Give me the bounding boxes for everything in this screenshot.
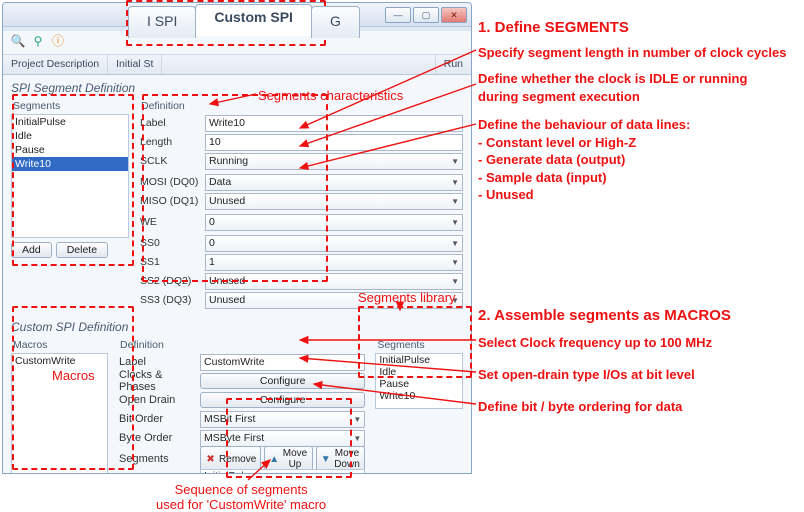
remove-icon: ✖ [205, 454, 216, 465]
seglib-label: Segments [375, 338, 463, 353]
annot-text: Set open-drain type I/Os at bit level [478, 366, 695, 384]
search-icon[interactable]: 🔍 [11, 34, 25, 48]
field-label: Bit Order [118, 413, 200, 425]
app-window: — ▢ ✕ 🔍 ⚲ ⓘ Project Description Initial … [2, 2, 472, 474]
annot-block1: 1. Define SEGMENTS [478, 18, 629, 38]
annot-label: Macros [52, 368, 95, 383]
macros-panel: Macros CustomWrite Add Delete [11, 338, 108, 473]
label-input[interactable] [205, 115, 463, 132]
field-label: Length [139, 136, 205, 148]
ss2-combo[interactable]: Unused▼ [205, 273, 463, 290]
macro-label-input[interactable] [200, 354, 365, 371]
list-item[interactable]: Write10 [376, 390, 462, 402]
maximize-button[interactable]: ▢ [413, 7, 439, 23]
definition-label: Definition [118, 338, 365, 353]
field-label: MOSI (DQ0) [139, 176, 205, 188]
byteorder-combo[interactable]: MSByte First▼ [200, 430, 365, 447]
field-label: Open Drain [118, 394, 200, 406]
group-title-cust: Custom SPI Definition [11, 320, 463, 334]
tab-project-description[interactable]: Project Description [3, 55, 108, 74]
list-item[interactable]: Write10 [12, 157, 128, 171]
sequence-listbox[interactable]: InitialPulse Idle Pause Write10 Pause Id… [200, 469, 365, 473]
field-label: SCLK [139, 155, 205, 167]
subtabs: Project Description Initial St Run [3, 55, 471, 75]
seglib-listbox[interactable]: InitialPulse Idle Pause Write10 [375, 353, 463, 409]
mosi-combo[interactable]: Data▼ [205, 174, 463, 191]
annot-label: Sequence of segmentsused for 'CustomWrit… [156, 482, 326, 512]
ss1-combo[interactable]: 1▼ [205, 254, 463, 271]
field-label: WE [139, 216, 205, 228]
list-item[interactable]: InitialPulse [201, 470, 364, 473]
list-item[interactable]: CustomWrite [12, 354, 107, 368]
info-icon[interactable]: ⓘ [51, 34, 65, 48]
field-label: Byte Order [118, 432, 200, 444]
ss0-combo[interactable]: 0▼ [205, 235, 463, 252]
sclk-combo[interactable]: Running▼ [205, 153, 463, 170]
miso-combo[interactable]: Unused▼ [205, 193, 463, 210]
length-input[interactable] [205, 134, 463, 151]
bitorder-combo[interactable]: MSBit First▼ [200, 411, 365, 428]
configure-clocks-button[interactable]: Configure [200, 373, 365, 389]
tab-run[interactable]: Run [436, 55, 471, 74]
tab-custom-spi[interactable]: Custom SPI [195, 4, 312, 36]
list-item[interactable]: Pause [376, 378, 462, 390]
annot-label: Segments library [358, 290, 456, 305]
add-segment-button[interactable]: Add [11, 242, 52, 258]
list-item[interactable]: Idle [376, 366, 462, 378]
list-item[interactable]: Pause [12, 143, 128, 157]
segments-library-panel: Segments InitialPulse Idle Pause Write10… [375, 338, 463, 473]
field-label: Segments [118, 453, 200, 465]
list-item[interactable]: Idle [12, 129, 128, 143]
field-label: SS1 [139, 256, 205, 268]
segment-definition-grid: Definition Label Length SCLKRunning▼ MOS… [139, 99, 463, 310]
list-item[interactable]: InitialPulse [376, 354, 462, 366]
tab-initial[interactable]: Initial St [108, 55, 162, 74]
macros-label: Macros [11, 338, 108, 353]
field-label: MISO (DQ1) [139, 195, 205, 207]
segments-panel: Segments InitialPulse Idle Pause Write10… [11, 99, 129, 310]
minimize-button[interactable]: — [385, 7, 411, 23]
tab-spacer [162, 55, 435, 74]
field-label: Clocks & Phases [118, 369, 200, 393]
annot-text: Define whether the clock is IDLE or runn… [478, 70, 747, 105]
field-label: SS0 [139, 237, 205, 249]
we-combo[interactable]: 0▼ [205, 214, 463, 231]
segments-label: Segments [11, 99, 129, 114]
annot-text: Select Clock frequency up to 100 MHz [478, 334, 712, 352]
macro-definition-grid: Definition Label Clocks & PhasesConfigur… [118, 338, 365, 473]
annot-text: Define the behaviour of data lines: - Co… [478, 116, 690, 204]
annot-text: Specify segment length in number of cloc… [478, 44, 786, 62]
delete-segment-button[interactable]: Delete [56, 242, 108, 258]
arrow-down-icon: ▼ [321, 454, 331, 465]
arrow-up-icon: ▲ [269, 454, 279, 465]
field-label: Label [118, 356, 200, 368]
annot-text: Define bit / byte ordering for data [478, 398, 682, 416]
configure-opendrain-button[interactable]: Configure [200, 392, 365, 408]
field-label: SS3 (DQ3) [139, 294, 205, 306]
tab-g[interactable]: G [311, 6, 360, 38]
field-label: SS2 (DQ2) [139, 275, 205, 287]
annot-label: Segments characteristics [258, 88, 403, 103]
connect-icon[interactable]: ⚲ [31, 34, 45, 48]
close-button[interactable]: ✕ [441, 7, 467, 23]
list-item[interactable]: InitialPulse [12, 115, 128, 129]
field-label: Label [139, 117, 205, 129]
tab-spi[interactable]: I SPI [128, 6, 196, 38]
segments-listbox[interactable]: InitialPulse Idle Pause Write10 [11, 114, 129, 238]
annot-block2: 2. Assemble segments as MACROS [478, 306, 731, 326]
